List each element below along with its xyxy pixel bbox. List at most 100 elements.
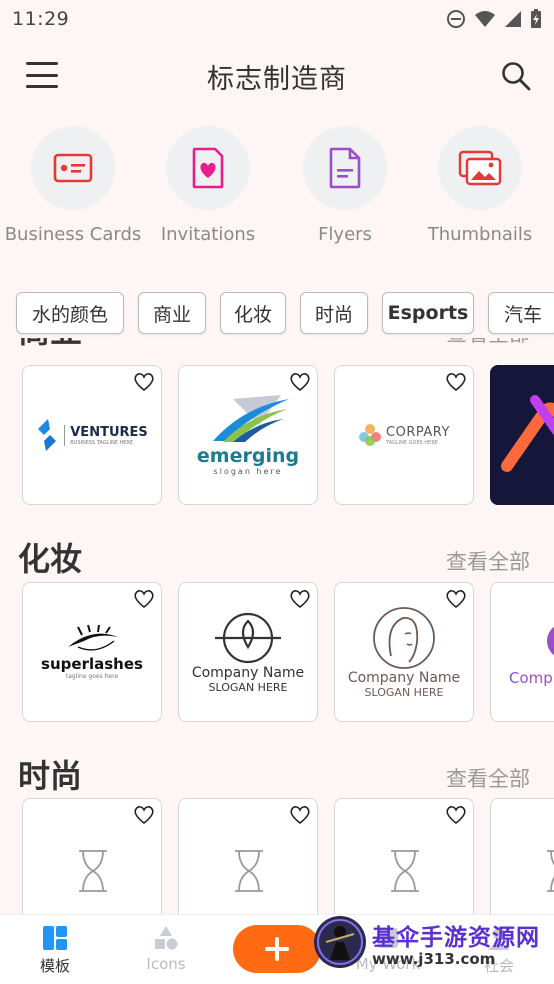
abstract-logo-icon [501, 395, 554, 472]
section-title: 商业 [18, 338, 82, 352]
nav-label: 模板 [39, 957, 70, 975]
page-title: 标志制造商 [207, 63, 347, 95]
template-card-loading[interactable] [22, 798, 162, 914]
chip-business[interactable]: 商业 [138, 292, 206, 334]
logo-tagline: BUSINESS TAGLINE HERE [70, 439, 133, 446]
app-bar: 标志制造商 [0, 38, 554, 114]
create-button[interactable] [233, 925, 321, 973]
social-icon [488, 928, 510, 950]
heart-icon[interactable] [289, 372, 311, 392]
nav-templates[interactable]: 模板 [0, 925, 110, 976]
view-all-link[interactable]: 查看全部 [446, 763, 530, 793]
logo-name: CORPARY [386, 424, 450, 440]
template-row [0, 798, 554, 914]
template-card-loading[interactable] [178, 798, 318, 914]
wifi-icon [475, 11, 495, 27]
woman-face-logo-icon [373, 606, 435, 669]
nav-label: My Work [355, 955, 421, 973]
signal-icon [505, 11, 521, 27]
heart-icon[interactable] [133, 372, 155, 392]
heart-icon[interactable] [133, 589, 155, 609]
battery-charging-icon [531, 9, 541, 28]
my-work-icon [378, 928, 398, 948]
template-card[interactable] [490, 365, 554, 505]
status-time: 11:29 [12, 8, 70, 30]
heart-icon[interactable] [445, 805, 467, 825]
shapes-icon [155, 926, 178, 950]
do-not-disturb-icon [447, 10, 465, 28]
filter-chips: 水的颜色 商业 化妆 时尚 Esports 汽车 [0, 290, 554, 338]
lotus-logo-icon [215, 612, 281, 663]
corpary-logo-icon [359, 424, 382, 446]
eyelash-logo-icon [68, 624, 118, 651]
template-feed[interactable]: 商业 查看全部 VENTURES BUSINESS TAGLINE HERE e… [0, 338, 554, 914]
ventures-logo-icon [38, 419, 57, 451]
section-header: 时尚 查看全部 [0, 751, 554, 801]
logo-name: emerging [196, 444, 300, 467]
template-card[interactable]: VENTURES BUSINESS TAGLINE HERE [22, 365, 162, 505]
search-icon[interactable] [500, 60, 532, 92]
chip-cars[interactable]: 汽车 [488, 292, 554, 334]
thumbnail-image-icon [438, 126, 522, 210]
template-card-loading[interactable] [334, 798, 474, 914]
category-shortcuts: Business Cards Invitations Flyers Thumbn… [0, 126, 554, 276]
logo-name: Company Name [191, 664, 305, 681]
chip-watercolor[interactable]: 水的颜色 [16, 292, 124, 334]
category-thumbnails[interactable]: Thumbnails [410, 126, 550, 246]
hourglass-icon [235, 850, 263, 892]
chip-esports[interactable]: Esports [382, 292, 474, 334]
logo-tagline: TAGLINE GOES HERE [386, 439, 438, 446]
logo-name: Company Name [347, 669, 461, 686]
heart-icon[interactable] [289, 589, 311, 609]
logo-tagline: tagline goes here [65, 672, 119, 680]
logo-name: VENTURES [70, 424, 148, 440]
nav-my-work[interactable]: My Work [333, 925, 443, 973]
heart-icon[interactable] [445, 372, 467, 392]
heart-icon[interactable] [133, 805, 155, 825]
category-label: Flyers [318, 224, 372, 245]
bottom-navigation: 模板 Icons My Work 社会 [0, 914, 554, 984]
business-card-icon [31, 126, 115, 210]
template-row: VENTURES BUSINESS TAGLINE HERE emerging … [0, 365, 554, 505]
template-card[interactable]: superlashes tagline goes here [22, 582, 162, 722]
category-flyers[interactable]: Flyers [275, 126, 415, 246]
plus-icon [265, 937, 289, 961]
flyer-document-icon [303, 126, 387, 210]
category-invitations[interactable]: Invitations [138, 126, 278, 246]
template-card[interactable]: CORPARY TAGLINE GOES HERE [334, 365, 474, 505]
menu-icon[interactable] [26, 62, 58, 88]
category-business-cards[interactable]: Business Cards [3, 126, 143, 246]
hourglass-icon [79, 850, 107, 892]
nav-social[interactable]: 社会 [444, 925, 554, 976]
emerging-logo-icon [213, 394, 289, 442]
nav-label: 社会 [483, 957, 514, 975]
heart-icon[interactable] [445, 589, 467, 609]
category-label: Business Cards [4, 224, 142, 245]
status-bar: 11:29 [0, 0, 554, 38]
section-title: 时尚 [18, 757, 83, 795]
invitation-heart-icon [166, 126, 250, 210]
nav-icons[interactable]: Icons [111, 925, 221, 973]
section-header: 化妆 查看全部 [0, 534, 554, 584]
view-all-link[interactable]: 查看全部 [446, 338, 530, 348]
section-title: 化妆 [18, 540, 83, 578]
status-icons [446, 9, 542, 29]
template-card[interactable]: Comp [490, 582, 554, 722]
view-all-link[interactable]: 查看全部 [446, 546, 530, 576]
purple-circle-logo-icon [547, 626, 554, 656]
logo-tagline: SLOGAN HERE [208, 680, 288, 694]
category-label: Thumbnails [427, 224, 533, 245]
nav-label: Icons [146, 955, 186, 973]
chip-fashion[interactable]: 时尚 [300, 292, 368, 334]
template-card[interactable]: Company Name SLOGAN HERE [334, 582, 474, 722]
hourglass-icon [547, 850, 554, 892]
template-card[interactable]: emerging slogan here [178, 365, 318, 505]
templates-grid-icon [43, 926, 67, 950]
logo-tagline: SLOGAN HERE [364, 685, 444, 699]
template-card-loading[interactable] [490, 798, 554, 914]
hourglass-icon [391, 850, 419, 892]
logo-tagline: slogan here [213, 466, 283, 476]
template-card[interactable]: Company Name SLOGAN HERE [178, 582, 318, 722]
chip-makeup[interactable]: 化妆 [220, 292, 286, 334]
heart-icon[interactable] [289, 805, 311, 825]
